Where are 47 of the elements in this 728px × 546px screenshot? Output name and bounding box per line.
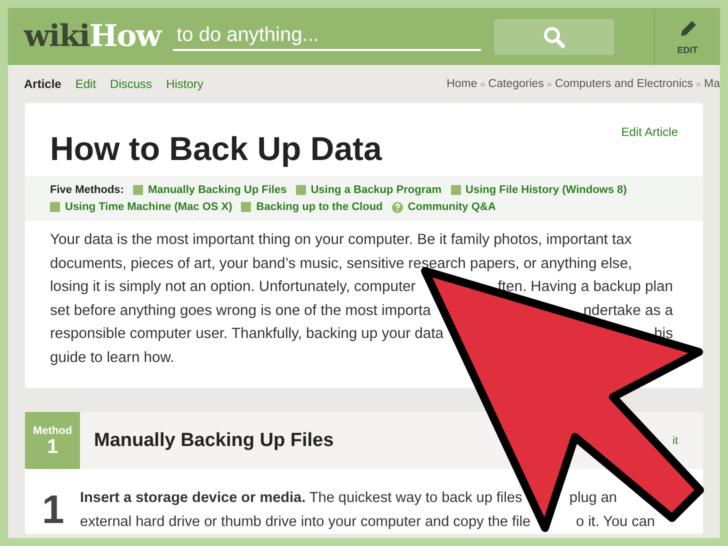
intro-text: ndertake as a — [583, 302, 673, 320]
step-text: o it. You can — [576, 512, 655, 532]
question-icon — [392, 202, 403, 212]
edit-link[interactable]: it — [672, 434, 678, 446]
step-text: Insert a storage device or media. The quickest way to back up files — [80, 489, 522, 508]
method-link[interactable]: Backing up to the Cloud — [256, 201, 383, 213]
step-text: plug an — [569, 489, 617, 508]
article-tab[interactable]: History — [166, 77, 204, 91]
method-link[interactable]: Using File History (Windows 8) — [466, 184, 627, 196]
breadcrumb-link[interactable]: Ma — [704, 78, 720, 90]
edit-article-link[interactable]: Edit Article — [621, 125, 678, 139]
intro-text: losing it is simply not an option. Unfortunately, computer — [50, 278, 416, 297]
search-button[interactable] — [494, 18, 614, 54]
square-icon — [132, 185, 143, 195]
breadcrumb-link[interactable]: Computers and Electronics — [554, 78, 693, 90]
edit-button[interactable]: EDIT — [654, 8, 720, 65]
methods-label: Five Methods: — [50, 184, 124, 196]
article-tab[interactable]: Article — [24, 77, 62, 91]
article-tab[interactable]: Edit — [75, 77, 96, 91]
search-icon — [542, 26, 565, 48]
intro-text: Your data is the most important thing on your computer. Be it family photos, important tax — [50, 231, 632, 250]
step-number: 1 — [42, 487, 66, 534]
method-link[interactable]: Using a Backup Program — [310, 184, 442, 196]
logo[interactable]: wikiHow — [24, 19, 161, 54]
intro-text: documents, pieces of art, your band’s music, sensitive research papers, or anything else, — [50, 254, 632, 274]
intro-text: set before anything goes wrong is one of the most importa — [50, 302, 431, 320]
search-field[interactable]: to do anything... — [172, 22, 481, 51]
breadcrumb-separator: » — [546, 79, 552, 89]
breadcrumb-separator: » — [480, 79, 486, 89]
breadcrumb-link[interactable]: Home — [446, 78, 478, 90]
square-icon — [450, 185, 461, 195]
article-tab[interactable]: Discuss — [110, 77, 152, 91]
square-icon — [296, 185, 306, 195]
intro-text: responsible computer user. Thankfully, backing up your data — [50, 325, 444, 344]
article-title: How to Back Up Data — [50, 130, 382, 168]
method-link[interactable]: Community Q&A — [408, 201, 496, 213]
method-title: Manually Backing Up Files — [94, 430, 334, 452]
square-icon — [241, 202, 252, 212]
step-text: external hard drive or thumb drive into your computer and copy the file — [80, 512, 531, 532]
method-link[interactable]: Manually Backing Up Files — [148, 184, 287, 196]
intro-text: guide to learn how. — [50, 348, 174, 368]
intro-text: ften. Having a backup plan — [498, 278, 673, 297]
square-icon — [50, 202, 60, 212]
method-link[interactable]: Using Time Machine (Mac OS X) — [65, 201, 232, 213]
breadcrumb-separator: » — [696, 79, 702, 89]
breadcrumb-link[interactable]: Categories — [488, 78, 544, 90]
method-badge: Method 1 — [25, 412, 80, 469]
